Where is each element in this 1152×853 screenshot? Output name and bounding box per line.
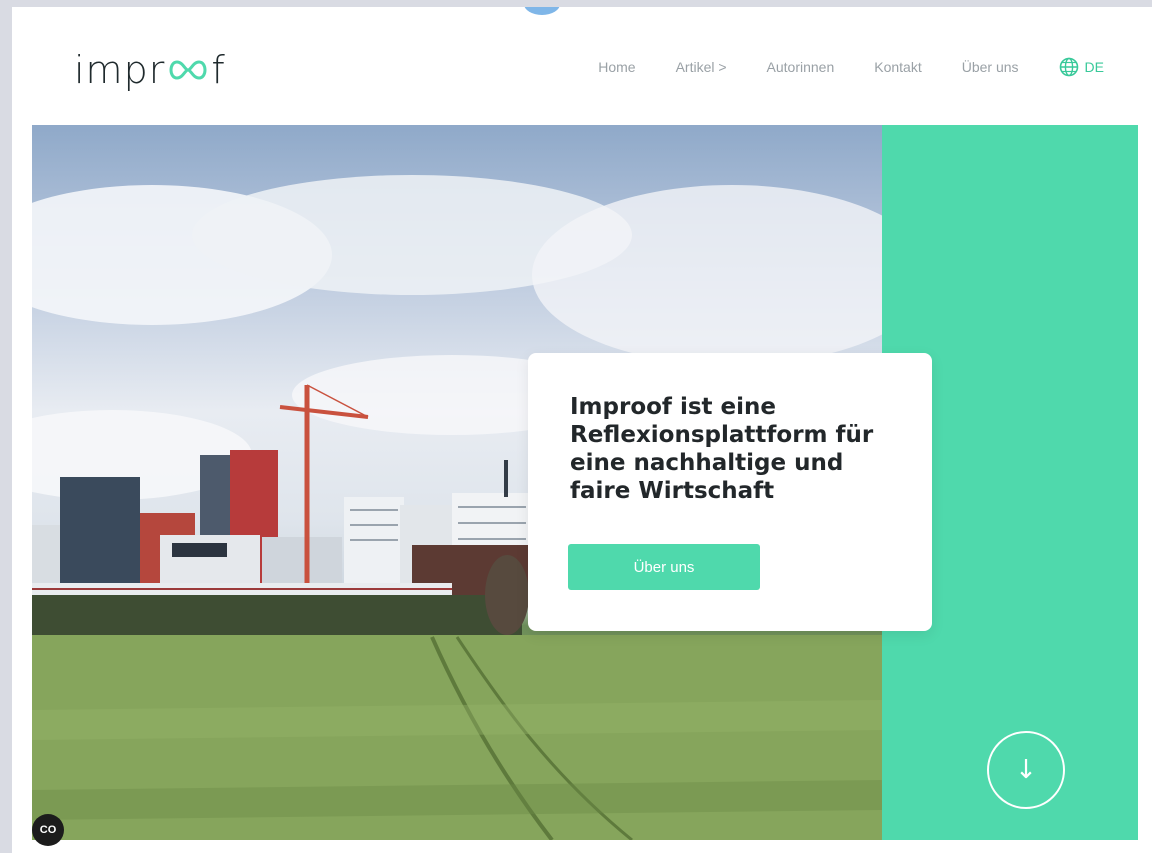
globe-icon <box>1059 57 1078 77</box>
logo-text-start: impr <box>74 48 166 92</box>
cc-badge[interactable]: CO <box>32 814 64 846</box>
language-label: DE <box>1084 59 1104 75</box>
arrow-down-icon: ↓ <box>1015 755 1037 785</box>
logo-text-end: f <box>211 48 226 92</box>
top-indicator-dot <box>524 7 560 15</box>
scroll-down-button[interactable]: ↓ <box>987 731 1065 809</box>
nav-item-artikel[interactable]: Artikel > <box>676 59 727 75</box>
nav-item-home[interactable]: Home <box>598 59 635 75</box>
nav-item-autorinnen[interactable]: Autorinnen <box>767 59 835 75</box>
logo-infinity-icon <box>169 60 207 80</box>
language-switcher[interactable]: DE <box>1059 57 1104 77</box>
nav-item-ueber-uns[interactable]: Über uns <box>962 59 1019 75</box>
nav-item-kontakt[interactable]: Kontakt <box>874 59 921 75</box>
hero-section: Improof ist eine Reflexionsplattform für… <box>32 125 1142 840</box>
site-logo[interactable]: impr f <box>74 45 226 95</box>
about-us-button[interactable]: Über uns <box>568 544 760 590</box>
hero-headline: Improof ist eine Reflexionsplattform für… <box>570 394 874 504</box>
page: impr f Home Artikel > Autorinnen Kontakt… <box>12 7 1152 853</box>
main-nav: Home Artikel > Autorinnen Kontakt Über u… <box>598 57 1104 77</box>
hero-card: Improof ist eine Reflexionsplattform für… <box>528 353 932 631</box>
